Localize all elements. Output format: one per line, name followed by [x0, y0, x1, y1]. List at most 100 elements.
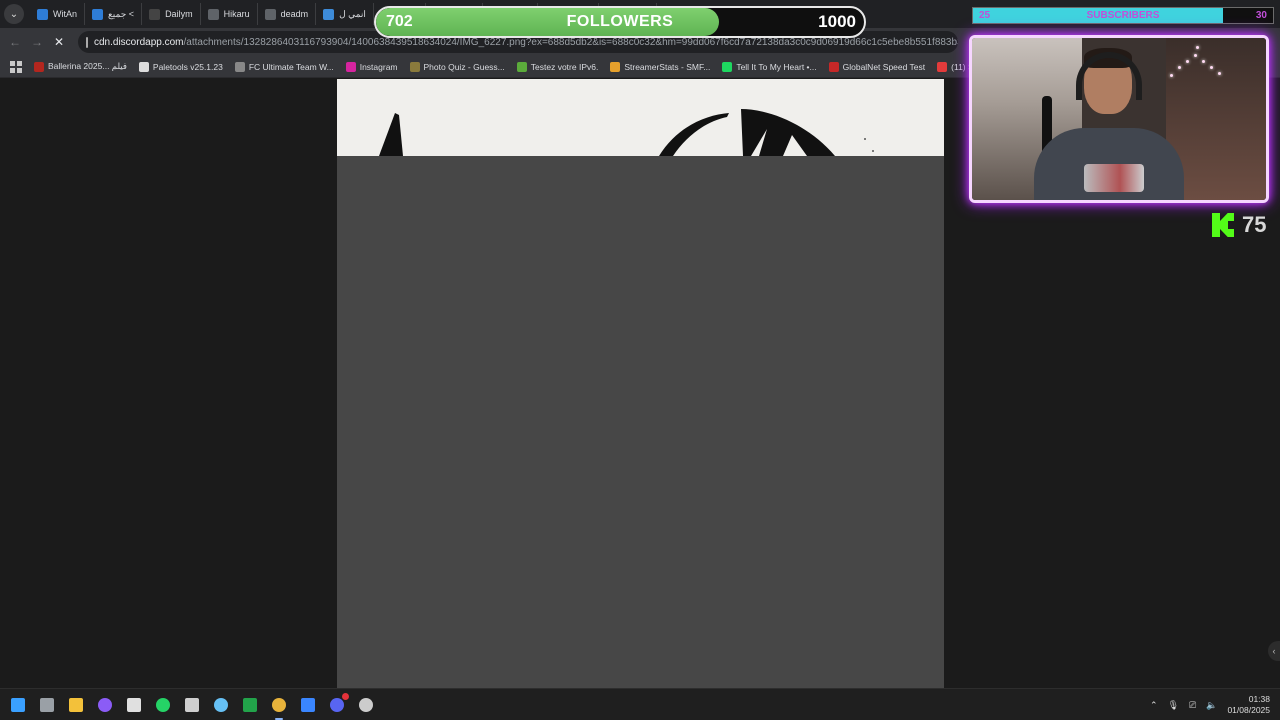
taskbar-apps	[8, 689, 376, 720]
webcam-feed	[969, 35, 1269, 203]
windows-start-icon[interactable]	[8, 695, 28, 715]
subscribers-label: SUBSCRIBERS	[1086, 10, 1160, 21]
tab-favicon-icon	[207, 8, 219, 20]
bookmark-item[interactable]: StreamerStats - SMF...	[610, 61, 711, 72]
browser-tab[interactable]: WitAn	[30, 3, 86, 25]
discord-icon-glyph	[330, 698, 344, 712]
clock-date: 01/08/2025	[1227, 705, 1270, 715]
volume-icon[interactable]: 🔈	[1206, 700, 1217, 711]
tab-favicon-icon	[323, 8, 335, 20]
streamlabs-icon-glyph	[301, 698, 315, 712]
settings-gear-icon-glyph	[359, 698, 373, 712]
file-explorer-icon-glyph	[69, 698, 83, 712]
tab-label: Dailym	[165, 9, 193, 19]
steam-icon-glyph	[214, 698, 228, 712]
bookmark-item[interactable]: Photo Quiz - Guess...	[409, 61, 505, 72]
tray-chevron-up-icon[interactable]: ⌃	[1150, 700, 1158, 711]
bookmark-item[interactable]: Paletools v25.1.23	[138, 61, 223, 72]
ink-drawing-image	[379, 109, 874, 156]
file-explorer-icon[interactable]	[66, 695, 86, 715]
forward-arrow-icon[interactable]: →	[26, 31, 48, 53]
viewer-count: 75	[1242, 212, 1267, 237]
tab-label: deadm	[280, 9, 309, 19]
bookmark-favicon-icon	[828, 61, 839, 72]
stop-loading-icon[interactable]: ✕	[48, 31, 70, 53]
browser-tab[interactable]: deadm	[258, 3, 317, 25]
bookmark-favicon-icon	[409, 61, 420, 72]
streamlabs-icon[interactable]	[298, 695, 318, 715]
image-viewer[interactable]	[337, 79, 944, 688]
back-arrow-icon[interactable]: ←	[4, 31, 26, 53]
address-host: cdn.discordapp.com	[94, 36, 184, 48]
bookmark-favicon-icon	[234, 61, 245, 72]
task-view-icon[interactable]	[37, 695, 57, 715]
followers-goal-bar: 702 FOLLOWERS 1000	[374, 6, 866, 38]
cortana-icon-glyph	[98, 698, 112, 712]
tab-favicon-icon	[92, 8, 104, 20]
bookmark-favicon-icon	[138, 61, 149, 72]
side-panel-toggle-icon[interactable]: ‹	[1268, 641, 1280, 661]
kick-viewer-count: 75	[1212, 212, 1266, 238]
settings-gear-icon[interactable]	[356, 695, 376, 715]
bookmark-item[interactable]: GlobalNet Speed Test	[828, 61, 926, 72]
bookmark-item[interactable]: Ballerina 2025... فيلم	[34, 61, 127, 72]
snipping-tool-icon[interactable]	[124, 695, 144, 715]
address-path: /attachments/1328286403116793904/1400638…	[183, 36, 959, 48]
bookmark-label: Instagram	[359, 61, 398, 72]
discord-icon[interactable]	[327, 693, 349, 715]
browser-tab[interactable]: Dailym	[142, 3, 201, 25]
cortana-icon[interactable]	[95, 695, 115, 715]
bookmark-item[interactable]: Instagram	[345, 61, 398, 72]
bookmark-label: GlobalNet Speed Test	[842, 61, 926, 72]
bookmark-item[interactable]: FC Ultimate Team W...	[234, 61, 334, 72]
tab-label: Hikaru	[223, 9, 250, 19]
chrome-icon[interactable]	[269, 695, 289, 720]
tab-favicon-icon	[37, 8, 48, 20]
windows-start-icon-glyph	[11, 698, 25, 712]
bookmark-favicon-icon	[345, 61, 356, 72]
gamepass-icon-glyph	[243, 698, 257, 712]
bookmark-favicon-icon	[610, 61, 621, 72]
bookmark-label: Ballerina 2025... فيلم	[48, 61, 127, 71]
bookmark-label: Tell It To My Heart •...	[736, 61, 817, 72]
tab-favicon-icon	[264, 8, 276, 20]
chrome-icon-glyph	[272, 698, 286, 712]
clock[interactable]: 01:38 01/08/2025	[1227, 694, 1270, 716]
loaded-image-top	[337, 79, 944, 156]
bookmark-favicon-icon	[34, 61, 44, 72]
bookmark-label: Photo Quiz - Guess...	[423, 61, 505, 72]
system-tray: ⌃ 🎙 ⎚ 🔈 01:38 01/08/2025	[1150, 689, 1270, 720]
bookmark-label: FC Ultimate Team W...	[248, 61, 334, 72]
kick-logo-icon	[1212, 213, 1234, 237]
bookmark-label: StreamerStats - SMF...	[624, 61, 711, 72]
obs-icon[interactable]	[182, 695, 202, 715]
subscribers-goal: 30	[1255, 10, 1267, 21]
browser-tab[interactable]: جميع <	[85, 3, 143, 25]
bookmark-label: Paletools v25.1.23	[152, 61, 223, 72]
gamepass-icon[interactable]	[240, 695, 260, 715]
apps-grid-icon[interactable]	[10, 60, 22, 73]
steam-icon[interactable]	[211, 695, 231, 715]
site-info-icon[interactable]	[86, 36, 88, 48]
followers-label: FOLLOWERS	[566, 13, 674, 30]
tab-label: WitAn	[53, 9, 78, 19]
fairy-lights	[1166, 44, 1226, 84]
tab-label: انمي ل	[339, 8, 366, 19]
bookmark-favicon-icon	[937, 61, 948, 72]
browser-tab[interactable]: انمي ل	[316, 3, 374, 25]
network-icon[interactable]: ⎚	[1189, 700, 1196, 711]
bookmark-item[interactable]: Tell It To My Heart •...	[722, 61, 817, 72]
microphone-icon[interactable]: 🎙	[1168, 700, 1179, 711]
task-view-icon-glyph	[40, 698, 54, 712]
whatsapp-icon[interactable]	[153, 695, 173, 715]
bookmark-label: Testez votre IPv6.	[530, 61, 599, 72]
bookmark-item[interactable]: Testez votre IPv6.	[516, 61, 599, 72]
followers-goal: 1000	[818, 12, 856, 31]
notification-badge	[342, 693, 349, 700]
browser-tab[interactable]: Hikaru	[201, 3, 258, 25]
snipping-tool-icon-glyph	[127, 698, 141, 712]
bookmark-favicon-icon	[722, 61, 733, 72]
clock-time: 01:38	[1248, 694, 1270, 704]
windows-taskbar: ⌃ 🎙 ⎚ 🔈 01:38 01/08/2025	[0, 688, 1280, 720]
tab-search-chevron-icon[interactable]: ⌄	[4, 4, 24, 24]
